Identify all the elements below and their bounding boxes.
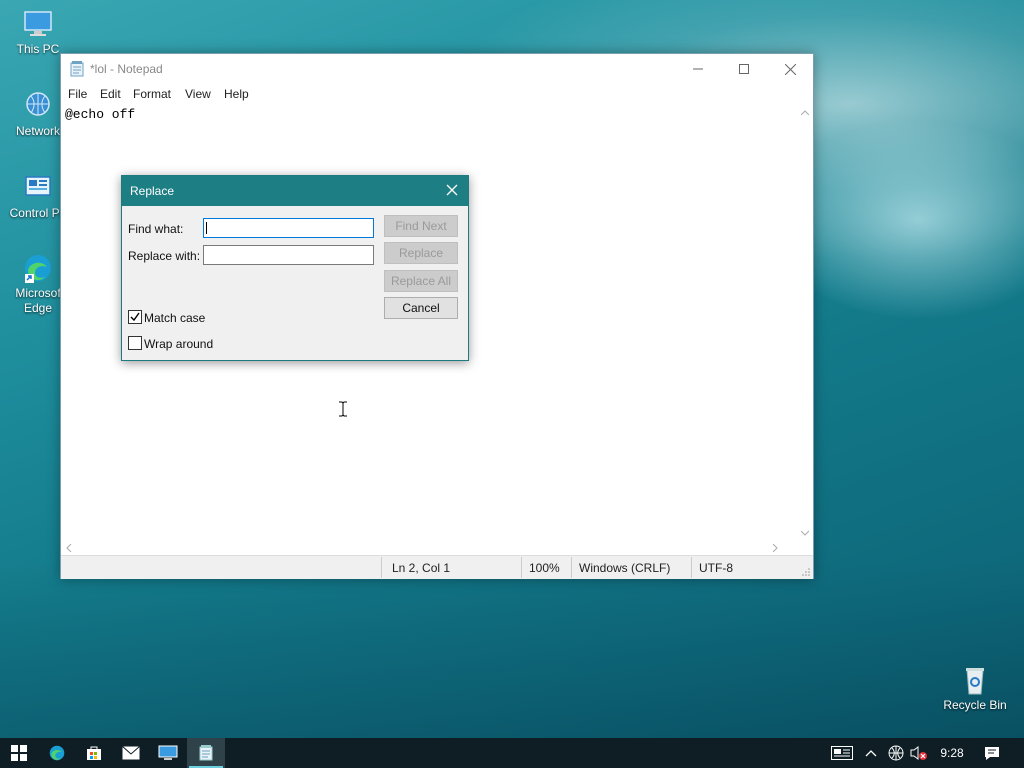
window-title: *lol - Notepad: [90, 62, 163, 76]
recycle-bin-icon: [959, 664, 991, 696]
volume-muted-icon: [910, 746, 927, 760]
start-icon: [11, 745, 27, 761]
status-zoom: 100%: [529, 561, 560, 575]
scroll-left-icon[interactable]: [66, 544, 72, 552]
desktop-icon-label: Microsof Edge: [15, 286, 61, 315]
taskbar-store[interactable]: [75, 738, 113, 768]
resize-grip-icon[interactable]: [802, 568, 810, 576]
replace-with-input[interactable]: [203, 245, 374, 265]
editor-content: @echo off: [65, 107, 136, 122]
computer-icon: [158, 745, 178, 760]
menu-format[interactable]: Format: [133, 87, 171, 101]
store-icon: [87, 746, 101, 760]
replace-button[interactable]: Replace: [384, 242, 458, 264]
status-position: Ln 2, Col 1: [392, 561, 451, 575]
start-button[interactable]: [0, 738, 38, 768]
volume-button[interactable]: [908, 738, 930, 768]
wrap-around-checkbox[interactable]: [128, 336, 142, 350]
edge-icon: [22, 252, 54, 284]
status-encoding: UTF-8: [699, 561, 733, 575]
notification-icon: [985, 746, 999, 760]
clock[interactable]: 9:28: [934, 738, 970, 768]
desktop-icon-label: Recycle Bin: [943, 698, 1007, 712]
desktop-icon-this-pc[interactable]: This PC: [0, 8, 76, 57]
show-hidden-icons-button[interactable]: [862, 738, 880, 768]
text-cursor-icon: [339, 401, 347, 417]
chevron-up-icon: [865, 750, 877, 757]
menu-view[interactable]: View: [185, 87, 211, 101]
taskbar-mail[interactable]: [112, 738, 150, 768]
scroll-down-icon[interactable]: [801, 530, 809, 536]
match-case-label[interactable]: Match case: [144, 311, 205, 325]
computer-icon: [22, 8, 54, 40]
replace-all-button[interactable]: Replace All: [384, 270, 458, 292]
globe-icon: [888, 745, 904, 761]
horizontal-scrollbar[interactable]: [61, 540, 797, 556]
wrap-around-label[interactable]: Wrap around: [144, 337, 213, 351]
scroll-up-icon[interactable]: [801, 110, 809, 116]
action-center-button[interactable]: [976, 738, 1008, 768]
find-what-input[interactable]: [203, 218, 374, 238]
edge-icon: [49, 745, 65, 761]
clock-time: 9:28: [940, 746, 964, 760]
network-icon: [22, 90, 54, 122]
menu-edit[interactable]: Edit: [100, 87, 121, 101]
control-panel-icon: [22, 172, 54, 204]
news-icon: [831, 746, 853, 760]
menu-bar: File Edit Format View Help: [61, 84, 813, 104]
minimize-button[interactable]: [675, 54, 721, 84]
network-button[interactable]: [886, 738, 906, 768]
taskbar-notepad[interactable]: [187, 738, 225, 768]
status-bar: Ln 2, Col 1 100% Windows (CRLF) UTF-8: [61, 555, 813, 579]
dialog-title: Replace: [130, 184, 175, 198]
minimize-icon: [693, 68, 703, 70]
find-what-label: Find what:: [128, 222, 184, 236]
notepad-icon: [199, 745, 213, 761]
taskbar: 9:28: [0, 738, 1024, 768]
notepad-icon: [70, 61, 84, 77]
desktop-icon-label: Control Pa: [9, 206, 67, 220]
match-case-checkbox[interactable]: [128, 310, 142, 324]
title-bar[interactable]: *lol - Notepad: [61, 54, 813, 84]
taskbar-edge[interactable]: [38, 738, 76, 768]
cancel-button[interactable]: Cancel: [384, 297, 458, 319]
desktop-icon-label: Network: [15, 124, 60, 138]
menu-help[interactable]: Help: [224, 87, 249, 101]
replace-dialog: Replace Find what: Replace with: Find Ne…: [121, 175, 469, 361]
checkmark-icon: [130, 312, 140, 322]
vertical-scrollbar[interactable]: [797, 104, 813, 542]
dialog-title-bar[interactable]: Replace: [122, 176, 468, 206]
mail-icon: [122, 746, 140, 760]
maximize-button[interactable]: [721, 54, 767, 84]
maximize-icon: [739, 64, 749, 74]
taskbar-explorer[interactable]: [149, 738, 187, 768]
close-icon: [784, 63, 796, 75]
desktop-icon-recycle-bin[interactable]: Recycle Bin: [937, 664, 1013, 713]
news-button[interactable]: [828, 738, 856, 768]
close-button[interactable]: [767, 54, 813, 84]
replace-with-label: Replace with:: [128, 249, 201, 263]
find-next-button[interactable]: Find Next: [384, 215, 458, 237]
desktop-icon-label: This PC: [16, 42, 60, 56]
menu-file[interactable]: File: [68, 87, 87, 101]
text-cursor: [206, 222, 207, 234]
status-line-endings: Windows (CRLF): [579, 561, 671, 575]
close-icon[interactable]: [444, 182, 460, 198]
scroll-right-icon[interactable]: [772, 544, 778, 552]
